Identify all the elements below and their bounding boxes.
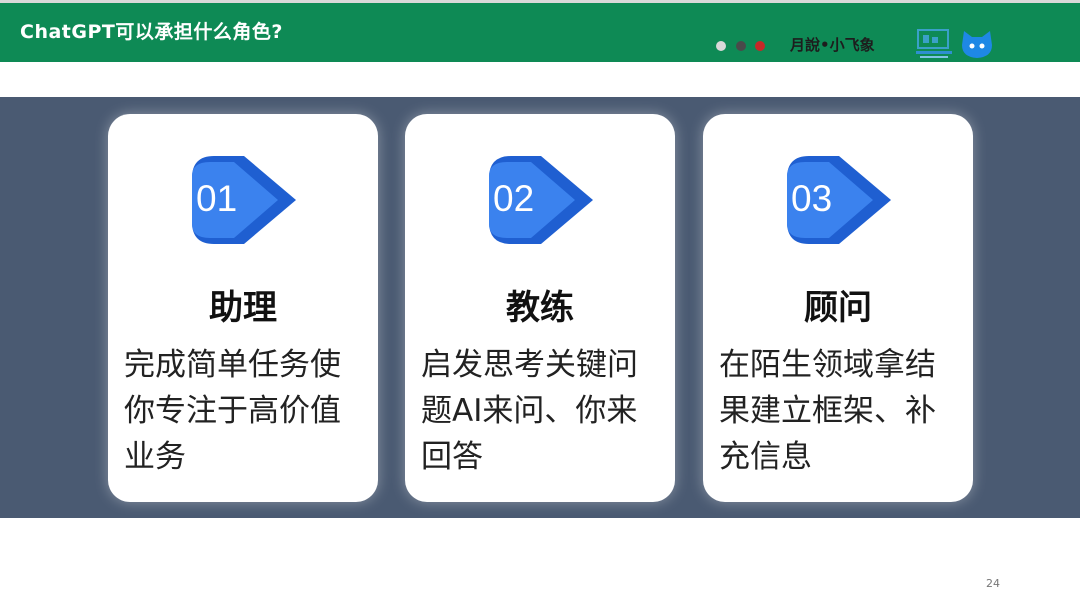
role-card-coach: 02 教练 启发思考关键问题AI来问、你来回答 [405,114,675,502]
card-number: 03 [791,178,833,219]
card-description: 启发思考关键问题AI来问、你来回答 [421,347,638,475]
card-title: 助理 [209,288,277,328]
card-description: 在陌生领域拿结果建立框架、补充信息 [719,347,936,475]
slide-title: ChatGPT可以承担什么角色? [20,21,283,43]
brand-name: 月說•小飞象 [790,36,875,54]
classroom-logo-icon [916,29,992,58]
nav-dot-1[interactable] [716,41,726,51]
card-title: 顾问 [804,288,872,328]
card-number: 02 [493,178,535,219]
card-description: 完成简单任务使你专注于高价值业务 [124,347,341,475]
role-card-consultant: 03 顾问 在陌生领域拿结果建立框架、补充信息 [703,114,973,502]
nav-dot-2[interactable] [736,41,746,51]
page-number: 24 [986,577,1000,590]
card-number: 01 [196,178,238,219]
role-card-assistant: 01 助理 完成简单任务使你专注于高价值业务 [108,114,378,502]
nav-dot-3[interactable] [755,41,765,51]
slide-header: ChatGPT可以承担什么角色? 月說•小飞象 [0,3,1080,62]
card-title: 教练 [506,288,574,328]
